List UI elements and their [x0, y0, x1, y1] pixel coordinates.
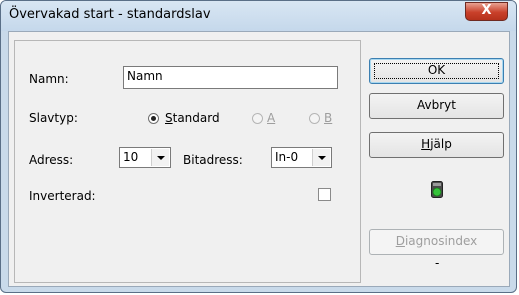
cancel-button[interactable]: Avbryt — [369, 93, 504, 119]
radio-b-button[interactable] — [309, 113, 320, 124]
focus-rectangle — [374, 63, 499, 79]
close-button[interactable]: X — [465, 2, 508, 21]
status-led-icon — [431, 181, 443, 198]
window-title: Övervakad start - standardslav — [9, 7, 211, 22]
inverterad-label: Inverterad: — [29, 189, 96, 203]
slavtyp-label: Slavtyp: — [29, 111, 78, 125]
bitadress-value: In-0 — [275, 150, 299, 164]
ok-button[interactable]: OK — [369, 58, 504, 84]
chevron-down-icon[interactable] — [312, 149, 330, 166]
inverterad-checkbox[interactable] — [318, 188, 331, 201]
radio-standard-label[interactable]: Standard — [165, 111, 220, 125]
radio-a-label: A — [267, 111, 276, 125]
radio-a-button[interactable] — [252, 113, 263, 124]
dialog-client-area: Namn: Namn Slavtyp: Standard A B Adress:… — [8, 31, 510, 287]
dialog-window: Övervakad start - standardslav X Namn: N… — [0, 0, 517, 293]
radio-b-label: B — [324, 111, 333, 125]
name-field[interactable]: Namn — [123, 66, 338, 89]
radio-standard-button[interactable] — [148, 113, 159, 124]
name-label: Namn: — [29, 72, 69, 86]
bitadress-select[interactable]: In-0 — [271, 147, 332, 168]
bitadress-label: Bitadress: — [183, 153, 243, 167]
adress-select[interactable]: 10 — [119, 147, 171, 168]
adress-value: 10 — [123, 150, 139, 164]
diagnosindex-button[interactable]: Diagnosindex — [369, 229, 504, 255]
title-bar[interactable]: Övervakad start - standardslav X — [1, 1, 516, 31]
chevron-down-icon[interactable] — [151, 149, 169, 166]
adress-label: Adress: — [29, 153, 74, 167]
close-icon: X — [481, 3, 492, 18]
settings-group: Namn: Namn Slavtyp: Standard A B Adress:… — [14, 40, 361, 283]
diagnosindex-status: - — [435, 256, 440, 270]
help-button[interactable]: Hjälp — [369, 132, 504, 158]
